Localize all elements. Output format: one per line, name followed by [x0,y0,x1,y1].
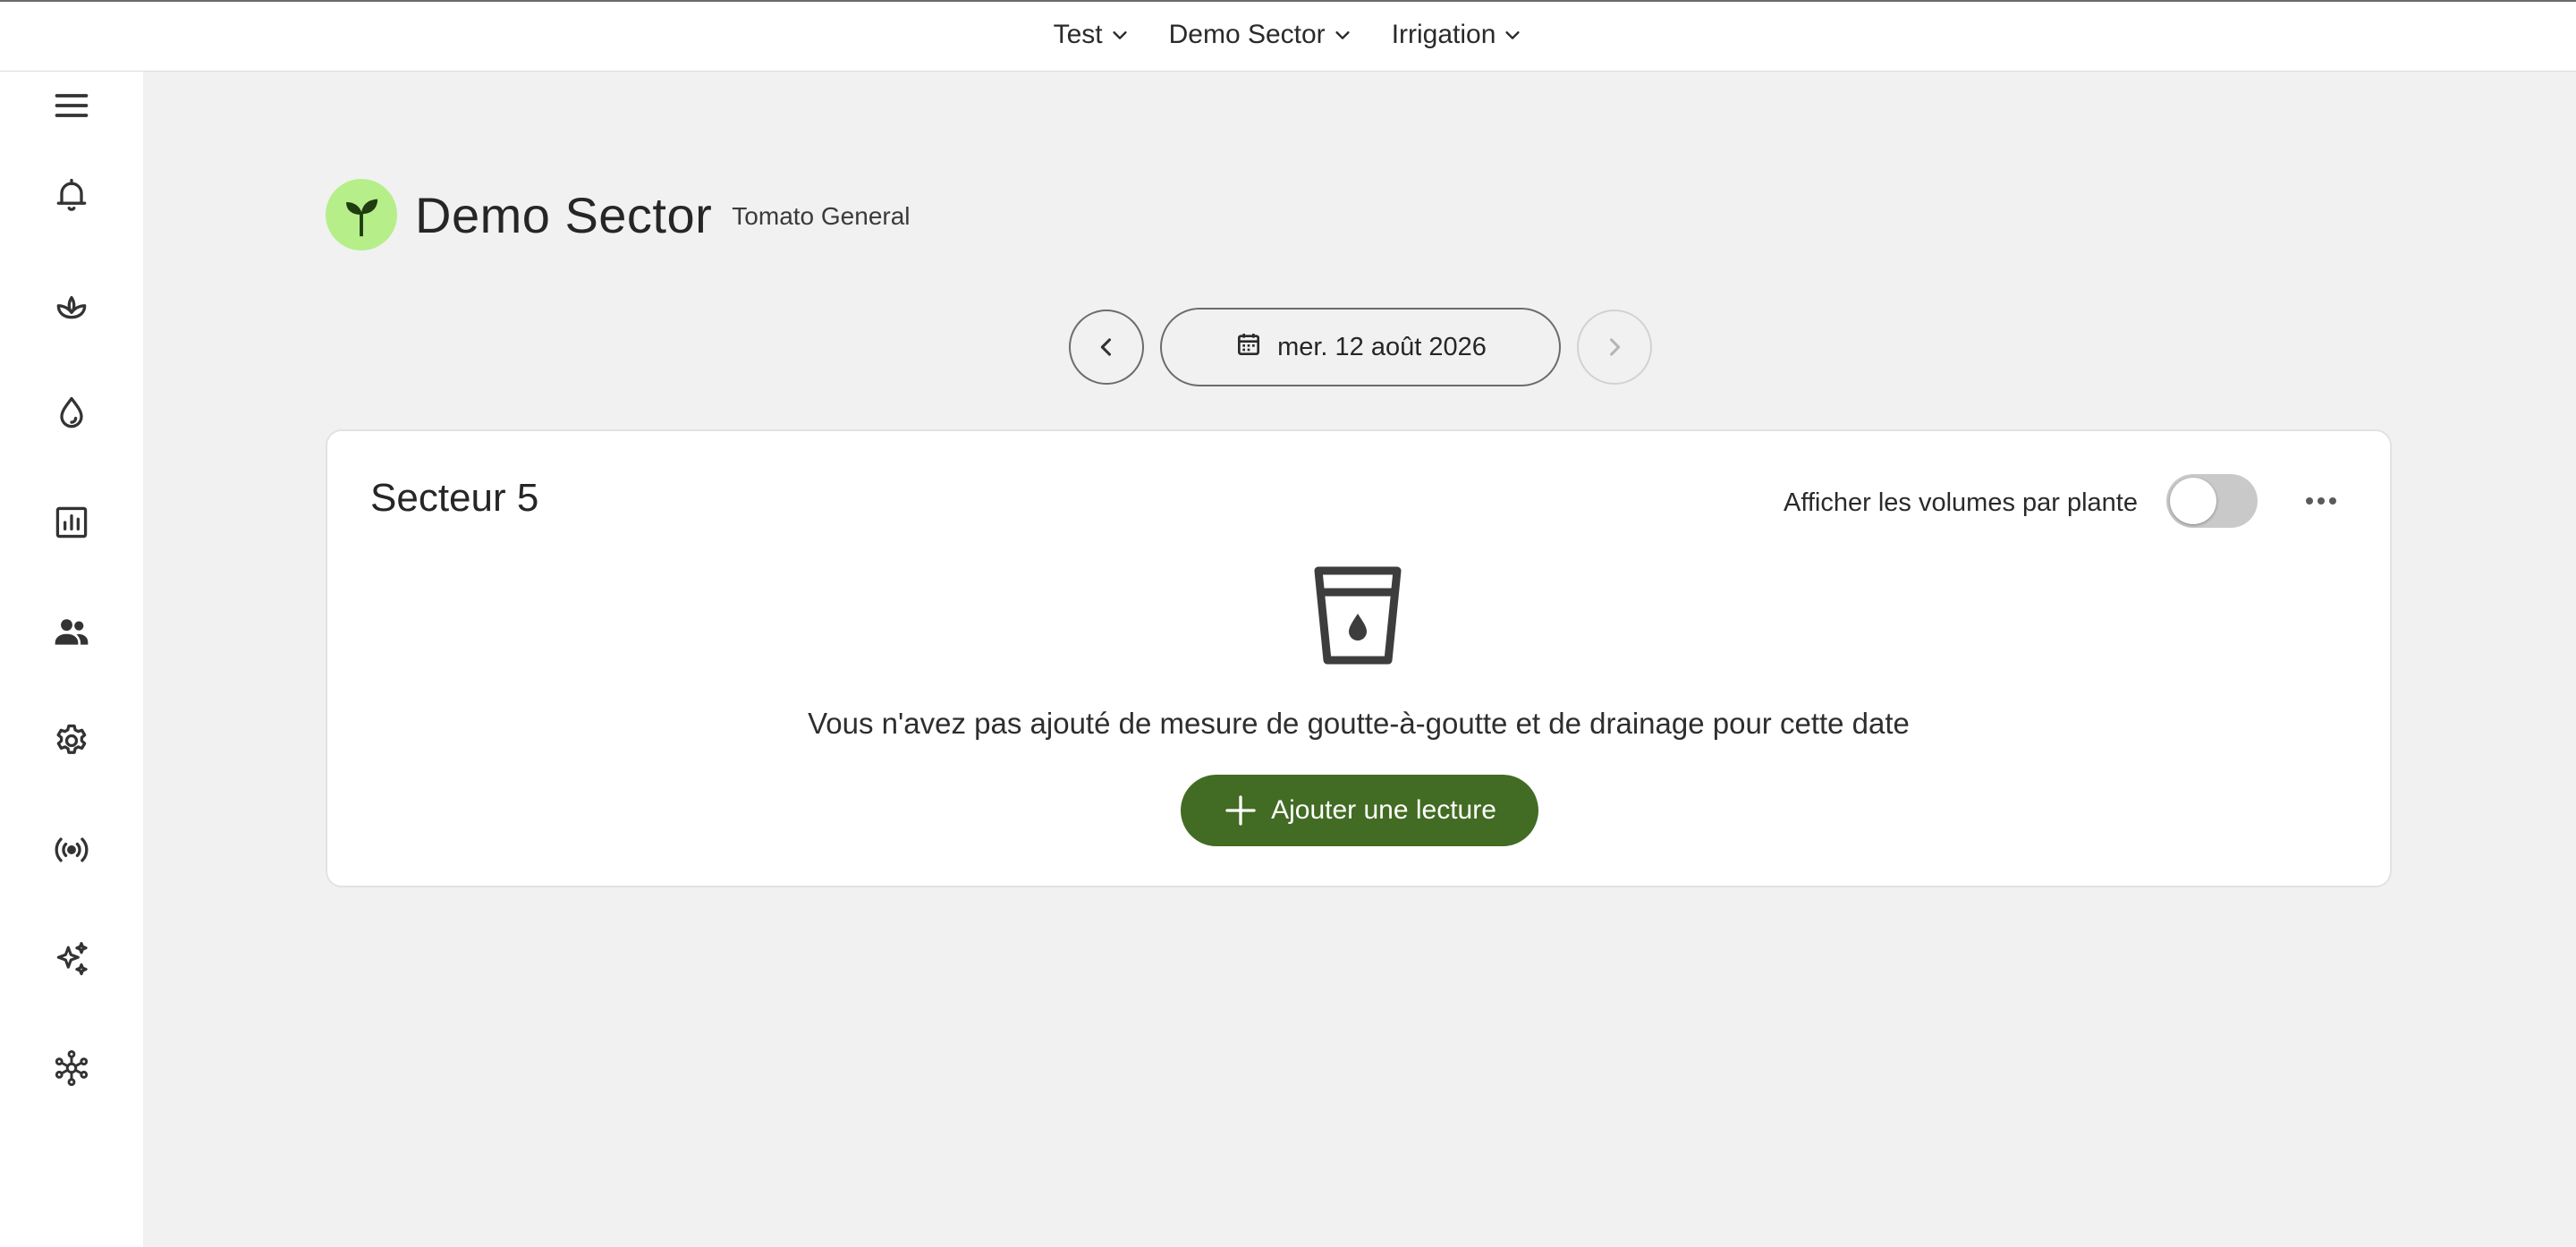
selected-date: mer. 12 août 2026 [1277,332,1487,361]
sector-card: Secteur 5 Afficher les volumes par plant… [326,429,2392,887]
more-options-button[interactable] [2299,483,2343,519]
breadcrumb-test[interactable]: Test [1054,20,1130,50]
sidebar-item-reports[interactable] [45,496,98,549]
network-icon [55,1050,89,1086]
sidebar-item-ai[interactable] [45,932,98,986]
calendar-icon [1238,334,1260,355]
chevron-right-icon [1609,338,1621,356]
top-bar: Test Demo Sector Irrigation [0,0,2576,72]
breadcrumb-label: Test [1053,19,1103,49]
add-reading-label: Ajouter une lecture [1271,795,1496,825]
leaf-icon [346,199,378,237]
gear-icon [56,724,87,754]
plus-icon [1225,795,1256,826]
chevron-left-icon [1100,338,1112,356]
more-horizontal-icon [2306,497,2336,505]
breadcrumb-label: Irrigation [1391,19,1496,49]
sidebar-item-alerts[interactable] [45,168,98,222]
sidebar-item-settings[interactable] [45,714,98,768]
date-navigator: mer. 12 août 2026 [1069,308,1652,386]
bell-icon [56,178,87,211]
broadcast-icon [55,837,89,862]
users-icon [55,619,89,645]
sidebar-item-sensors[interactable] [45,823,98,877]
sector-logo [326,179,397,250]
sector-header: Demo Sector Tomato General [326,177,911,252]
previous-date-button[interactable] [1069,310,1144,385]
breadcrumb-demo-sector[interactable]: Demo Sector [1169,20,1352,50]
sidebar-item-irrigation[interactable] [45,386,98,440]
sprout-icon [56,296,87,319]
chevron-down-icon [1335,30,1350,39]
menu-icon [55,94,89,117]
sidebar-menu-button[interactable] [45,79,98,132]
per-plant-volume-toggle[interactable] [2166,474,2258,528]
sidebar-item-integrations[interactable] [45,1041,98,1095]
breadcrumb-label: Demo Sector [1168,19,1326,49]
crop-type-label: Tomato General [732,202,911,230]
date-picker-button[interactable]: mer. 12 août 2026 [1160,308,1561,386]
card-title: Secteur 5 [370,476,539,520]
sidebar-item-crops[interactable] [45,277,98,331]
water-drop-icon [60,396,83,428]
water-glass-icon [1314,566,1402,665]
toggle-knob [2170,478,2216,524]
sidebar [0,72,143,1247]
chevron-down-icon [1113,30,1127,39]
sparkles-icon [56,942,88,976]
breadcrumb-irrigation[interactable]: Irrigation [1392,20,1523,50]
main-content: Demo Sector Tomato General mer. 12 août … [143,72,2576,1247]
next-date-button[interactable] [1577,310,1652,385]
chevron-down-icon [1505,30,1521,39]
bar-chart-icon [55,506,88,539]
add-reading-button[interactable]: Ajouter une lecture [1181,775,1538,846]
per-plant-volume-label: Afficher les volumes par plante [1783,488,2138,517]
page-title: Demo Sector [415,186,713,243]
empty-state-message: Vous n'avez pas ajouté de mesure de gout… [808,707,1910,740]
sidebar-item-users[interactable] [45,605,98,658]
